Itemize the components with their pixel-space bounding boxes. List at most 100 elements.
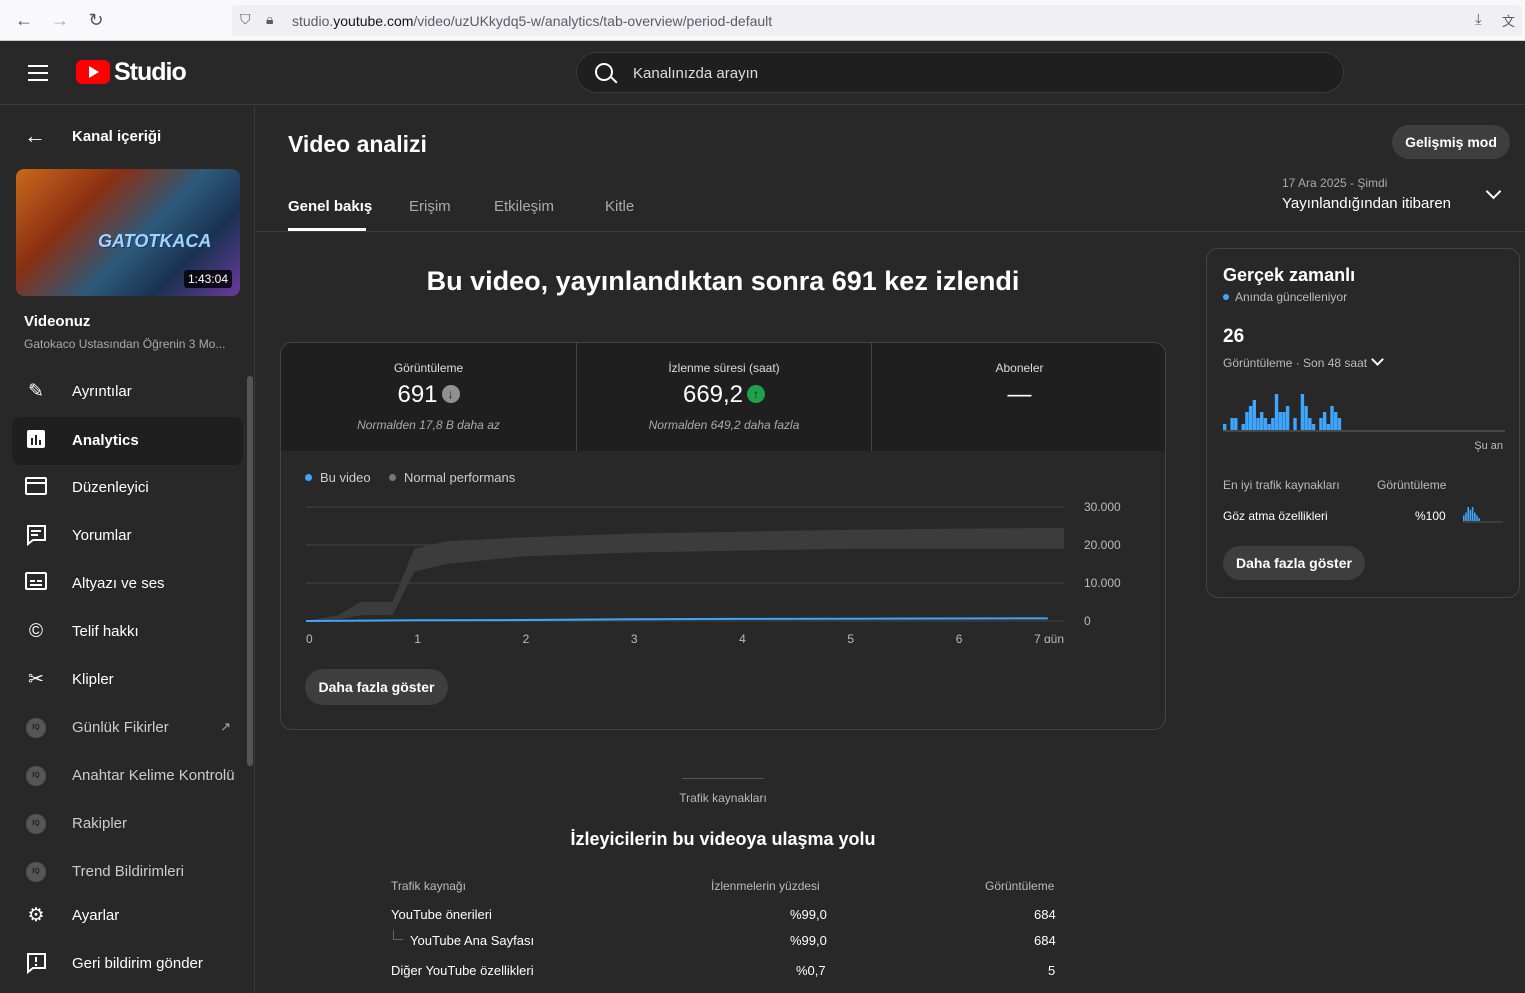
x-tick-label: 0 [306, 632, 313, 643]
section-divider [682, 778, 764, 779]
tab-overview[interactable]: Genel bakış [288, 198, 372, 215]
sidebar-item-settings[interactable]: ⚙ Ayarlar [12, 892, 243, 940]
stat-note: Normalden 649,2 daha fazla [648, 418, 800, 432]
search-input[interactable]: Kanalınızda arayın [576, 52, 1344, 93]
show-more-button[interactable]: Daha fazla göster [305, 669, 448, 705]
y-tick-label: 0 [1084, 614, 1091, 628]
vidiq-icon: IQ [26, 766, 46, 786]
realtime-bar [1337, 418, 1342, 430]
sidebar-item-label: Yorumlar [72, 527, 132, 544]
overview-headline: Bu video, yayınlandıktan sonra 691 kez i… [426, 266, 1020, 296]
reload-icon[interactable]: ↻ [84, 8, 108, 32]
editor-icon [24, 476, 48, 500]
sidebar-item-keyword-check[interactable]: IQ Anahtar Kelime Kontrolü [12, 752, 243, 800]
vidiq-icon: IQ [26, 718, 46, 738]
period-selector[interactable]: Yayınlandığından itibaren [1282, 195, 1451, 212]
realtime-bar-chart[interactable] [1223, 392, 1505, 432]
search-icon [595, 63, 613, 81]
subtitles-icon [24, 572, 48, 596]
stat-subscribers[interactable]: Aboneler — [871, 343, 1165, 451]
chevron-down-icon[interactable] [1485, 183, 1502, 200]
column-header-views[interactable]: Görüntüleme [985, 879, 1054, 893]
sparkline-bar [1478, 518, 1480, 521]
stat-note: Normalden 17,8 B daha az [357, 418, 500, 432]
realtime-show-more-button[interactable]: Daha fazla göster [1223, 546, 1365, 580]
top-sources-header: En iyi trafik kaynakları [1223, 478, 1340, 492]
translate-icon[interactable]: 文 [1502, 11, 1515, 30]
realtime-period[interactable]: Görüntüleme · Son 48 saat [1223, 353, 1384, 370]
video-title[interactable]: Gatokaco Ustasından Öğrenin 3 Mo... [24, 337, 225, 351]
stat-watch-time[interactable]: İzlenme süresi (saat) 669,2 ↑ Normalden 6… [576, 343, 871, 451]
menu-icon[interactable] [28, 65, 48, 86]
tab-engagement[interactable]: Etkileşim [494, 198, 554, 215]
studio-logo[interactable]: Studio [76, 58, 187, 86]
analytics-icon [24, 429, 48, 453]
tab-audience[interactable]: Kitle [605, 198, 634, 215]
views-chart[interactable]: 0 10.000 20.000 30.000 0 1 2 3 4 5 6 7 gün [281, 493, 1166, 643]
lock-icon[interactable]: 🔒︎ [266, 11, 273, 28]
source-share: %100 [1415, 509, 1446, 523]
sidebar-item-copyright[interactable]: © Telif hakkı [12, 608, 243, 656]
sidebar-item-details[interactable]: ✎ Ayrıntılar [12, 368, 243, 416]
stat-label: Aboneler [995, 361, 1044, 375]
period-date[interactable]: 17 Ara 2025 - Şimdi [1282, 176, 1387, 190]
sidebar-item-clips[interactable]: ✂ Klipler [12, 656, 243, 704]
video-duration: 1:43:04 [183, 270, 232, 288]
column-header-percent[interactable]: İzlenmelerin yüzdesi [711, 879, 820, 893]
legend-typical: Normal performans [389, 470, 515, 485]
your-video-label: Videonuz [24, 313, 91, 330]
realtime-bar [1252, 400, 1257, 430]
realtime-bar [1308, 418, 1312, 430]
sidebar-scrollbar[interactable] [247, 376, 253, 766]
sidebar: ← Kanal içeriği GATOTKACA 1:43:04 Videon… [0, 106, 255, 993]
feedback-icon [24, 952, 48, 976]
column-header-source[interactable]: Trafik kaynağı [391, 879, 466, 893]
realtime-subtitle: Anında güncelleniyor [1223, 290, 1347, 304]
realtime-bar [1278, 412, 1282, 430]
url-text: studio.youtube.com/video/uzUKkydq5-w/ana… [292, 13, 772, 29]
realtime-bar [1223, 424, 1227, 430]
sidebar-item-subtitles[interactable]: Altyazı ve ses [12, 560, 243, 608]
tab-reach[interactable]: Erişim [409, 198, 451, 215]
sparkline-bar [1471, 507, 1474, 521]
address-bar[interactable]: ⛉ 🔒︎ studio.youtube.com/video/uzUKkydq5-… [232, 5, 1522, 36]
tabs-divider [256, 231, 1525, 232]
sidebar-item-daily-ideas[interactable]: IQ Günlük Fikirler ↗ [12, 704, 243, 752]
back-icon[interactable]: ← [12, 8, 36, 32]
realtime-bar [1304, 406, 1308, 430]
realtime-title: Gerçek zamanlı [1223, 265, 1356, 285]
live-dot [1223, 294, 1229, 300]
table-cell-source[interactable]: YouTube önerileri [391, 907, 492, 922]
sidebar-item-label: Ayarlar [72, 907, 120, 924]
sidebar-item-label: Geri bildirim gönder [72, 955, 203, 972]
realtime-bar [1334, 412, 1338, 430]
sidebar-item-competitors[interactable]: IQ Rakipler [12, 800, 243, 848]
table-cell-source[interactable]: Diğer YouTube özellikleri [391, 963, 534, 978]
advanced-mode-button[interactable]: Gelişmiş mod [1392, 125, 1510, 159]
realtime-bar [1271, 418, 1275, 430]
sparkline-bar [1465, 512, 1467, 521]
stat-value: 691 [397, 381, 438, 408]
shield-icon[interactable]: ⛉ [240, 11, 251, 28]
table-cell-views: 5 [1048, 963, 1056, 978]
download-icon[interactable]: ⤓ [1475, 11, 1482, 28]
sidebar-item-editor[interactable]: Düzenleyici [12, 464, 243, 512]
realtime-count: 26 [1223, 326, 1245, 347]
stat-value: — [1007, 381, 1032, 408]
realtime-bar [1248, 406, 1253, 430]
forward-icon[interactable]: → [48, 8, 72, 32]
stat-views[interactable]: Görüntüleme 691 ↓ Normalden 17,8 B daha a… [281, 343, 576, 451]
legend-label: Normal performans [404, 470, 516, 485]
realtime-bar [1245, 412, 1249, 430]
sidebar-item-label: Altyazı ve ses [72, 575, 165, 592]
sidebar-item-feedback[interactable]: Geri bildirim gönder [12, 940, 243, 988]
table-cell-source[interactable]: YouTube Ana Sayfası [410, 933, 534, 948]
realtime-bar [1256, 418, 1260, 430]
realtime-period-text: Görüntüleme · Son 48 saat [1223, 356, 1368, 370]
sidebar-item-comments[interactable]: Yorumlar [12, 512, 243, 560]
video-thumbnail[interactable]: GATOTKACA 1:43:04 [16, 169, 240, 296]
page-title: Video analizi [288, 131, 427, 157]
sidebar-item-trend-alerts[interactable]: IQ Trend Bildirimleri [12, 848, 243, 896]
sidebar-item-label: Trend Bildirimleri [72, 863, 184, 880]
sidebar-item-analytics[interactable]: Analytics [12, 417, 243, 465]
